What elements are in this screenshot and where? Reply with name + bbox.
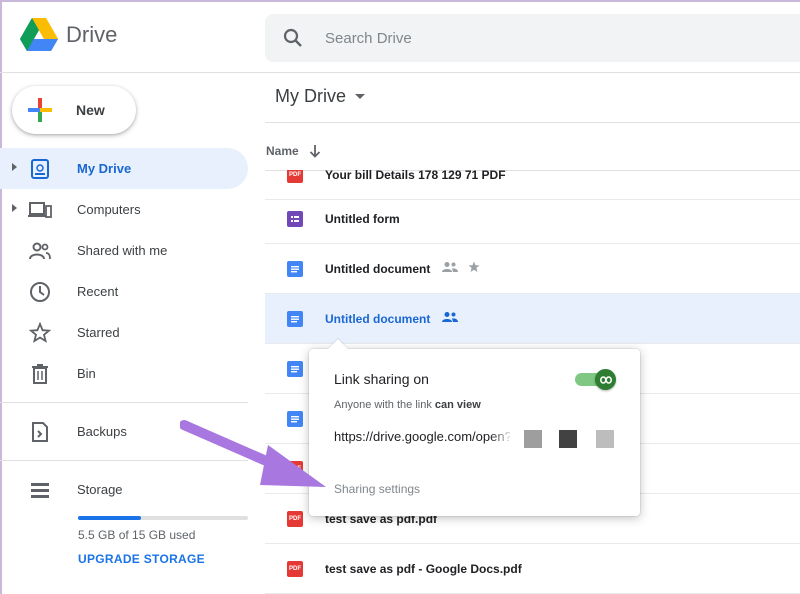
trash-icon <box>28 362 52 386</box>
sort-arrow-icon[interactable] <box>309 144 321 158</box>
file-name: Untitled document <box>325 261 431 276</box>
pdf-file-icon: PDF <box>287 510 303 527</box>
file-row[interactable]: PDF test save as pdf - Google Docs.pdf <box>265 544 800 594</box>
link-access-description: Anyone with the link can view <box>334 399 481 411</box>
star-icon <box>28 321 52 345</box>
link-sharing-popup: Link sharing on Anyone with the link can… <box>309 339 640 516</box>
search-icon[interactable] <box>283 28 303 48</box>
link-sharing-title: Link sharing on <box>334 371 429 387</box>
link-icon <box>595 369 616 390</box>
file-row[interactable]: Untitled form <box>265 194 800 244</box>
share-link-icon[interactable] <box>596 430 614 448</box>
doc-file-icon <box>287 360 303 377</box>
email-link-icon[interactable] <box>559 430 577 448</box>
storage-progress-fill <box>78 516 141 520</box>
sidebar-item-label: Backups <box>77 424 127 439</box>
link-sharing-toggle[interactable] <box>575 369 616 390</box>
chevron-down-icon <box>355 93 365 99</box>
header-divider <box>0 72 800 73</box>
search-bar[interactable]: Search Drive <box>265 14 800 62</box>
sidebar-item-shared-with-me[interactable]: Shared with me <box>0 230 248 271</box>
sidebar-item-label: Starred <box>77 325 120 340</box>
share-link-field[interactable]: https://drive.google.com/open?id= <box>334 429 510 444</box>
sidebar-item-starred[interactable]: Starred <box>0 312 248 353</box>
title-divider <box>265 122 800 123</box>
file-row[interactable]: Untitled document <box>265 294 800 344</box>
upgrade-storage-link[interactable]: UPGRADE STORAGE <box>78 552 205 566</box>
sidebar-divider <box>0 402 248 403</box>
column-header-label: Name <box>266 144 299 158</box>
sidebar-item-label: Computers <box>77 202 141 217</box>
sidebar-item-label: My Drive <box>77 161 132 176</box>
doc-file-icon <box>287 310 303 327</box>
storage-icon <box>28 478 52 502</box>
link-access-level[interactable]: can view <box>435 399 481 411</box>
new-button-label: New <box>76 102 105 118</box>
my-drive-dropdown[interactable]: My Drive <box>275 86 366 107</box>
page-title: My Drive <box>275 86 346 106</box>
doc-file-icon <box>287 260 303 277</box>
file-name: Your bill Details 178 129 71 PDF <box>325 170 506 182</box>
link-access-prefix: Anyone with the link <box>334 399 432 411</box>
file-badges <box>442 260 480 278</box>
file-name: Untitled form <box>325 211 400 226</box>
plus-icon <box>28 98 52 122</box>
sidebar-item-label: Storage <box>77 482 123 497</box>
sidebar-item-bin[interactable]: Bin <box>0 353 248 394</box>
sidebar-item-label: Bin <box>77 366 96 381</box>
file-row[interactable]: Untitled document <box>265 244 800 294</box>
sharing-settings-link[interactable]: Sharing settings <box>334 482 420 496</box>
shared-with-me-icon <box>28 239 52 263</box>
link-fade-overlay <box>490 427 514 447</box>
expand-caret-icon[interactable] <box>12 204 17 212</box>
app-title: Drive <box>66 22 118 47</box>
file-name: test save as pdf - Google Docs.pdf <box>325 561 522 576</box>
expand-caret-icon[interactable] <box>12 163 17 171</box>
sidebar-item-recent[interactable]: Recent <box>0 271 248 312</box>
clock-icon <box>28 280 52 304</box>
file-name: Untitled document <box>325 311 431 326</box>
storage-used-text: 5.5 GB of 15 GB used <box>78 528 196 542</box>
pdf-file-icon: PDF <box>287 170 303 183</box>
shared-people-icon <box>442 260 459 278</box>
pdf-file-icon: PDF <box>287 560 303 577</box>
copy-link-icon[interactable] <box>524 430 542 448</box>
computers-icon <box>28 198 52 222</box>
star-icon[interactable] <box>468 260 480 278</box>
drive-logo[interactable]: Drive <box>20 18 117 52</box>
sidebar-item-computers[interactable]: Computers <box>0 189 248 230</box>
sidebar-item-label: Shared with me <box>77 243 168 258</box>
new-button[interactable]: New <box>12 86 136 134</box>
backups-icon <box>28 420 52 444</box>
name-column-header[interactable]: Name <box>266 144 321 158</box>
file-badges <box>442 310 459 328</box>
sidebar-item-label: Recent <box>77 284 119 299</box>
my-drive-icon <box>28 157 52 181</box>
storage-progress-bar <box>78 516 248 520</box>
form-file-icon <box>287 210 303 227</box>
drive-logo-icon <box>20 18 58 51</box>
search-input[interactable]: Search Drive <box>325 30 412 47</box>
sidebar-item-my-drive[interactable]: My Drive <box>0 148 248 189</box>
shared-people-icon <box>442 310 459 328</box>
annotation-arrow <box>180 420 326 487</box>
